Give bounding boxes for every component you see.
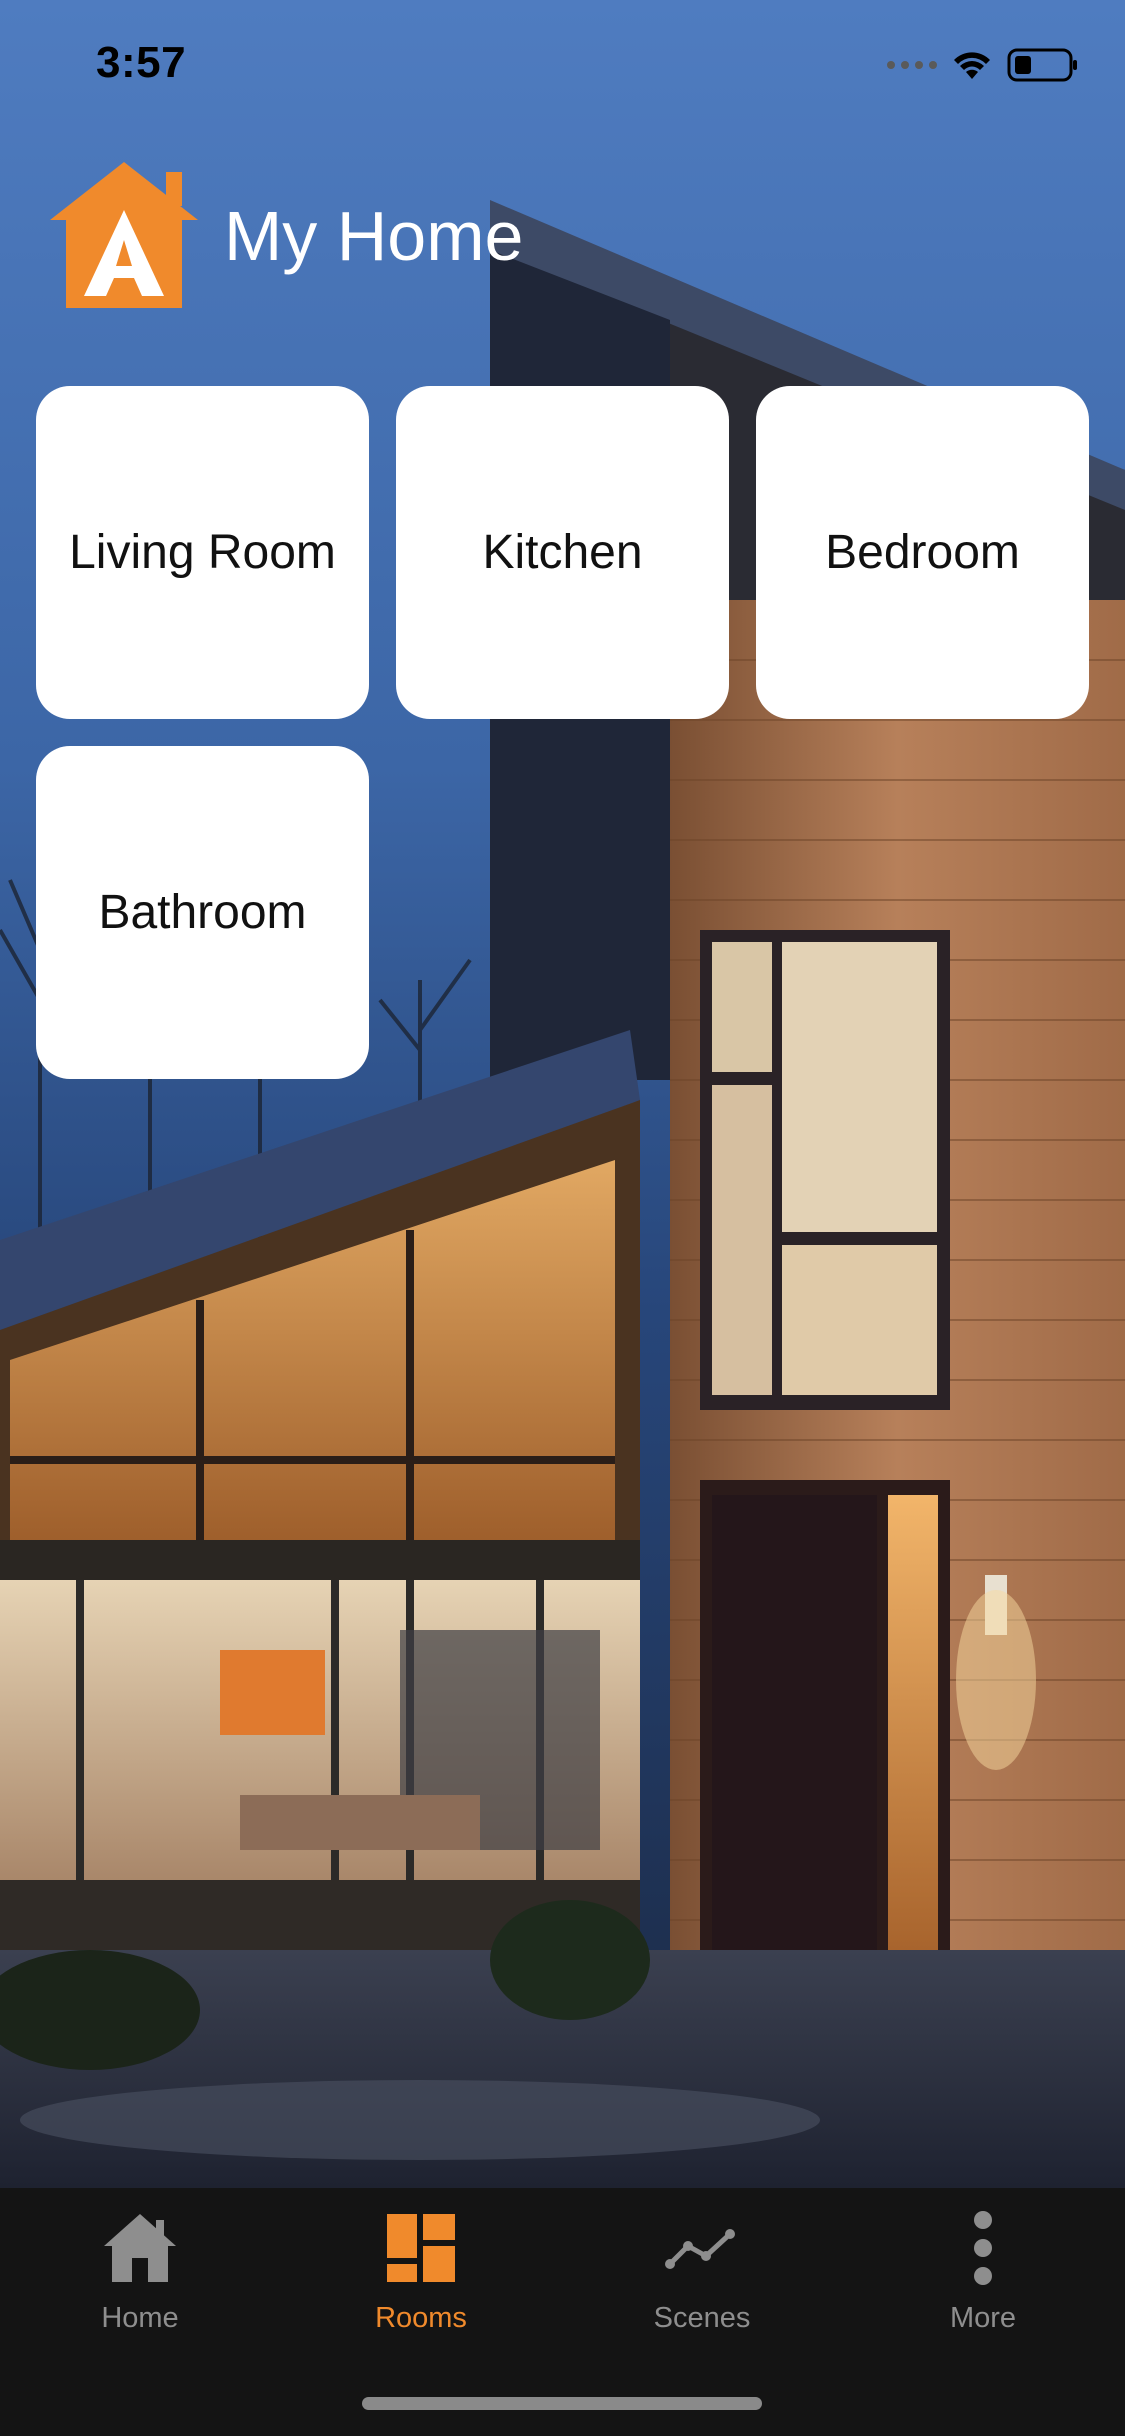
- background-house-image: [0, 0, 1125, 2188]
- app-header: My Home: [46, 158, 523, 314]
- wifi-icon: [954, 52, 990, 79]
- tab-rooms[interactable]: Rooms: [321, 2208, 521, 2348]
- room-tile-bedroom[interactable]: Bedroom: [756, 386, 1089, 719]
- signal-dots-icon: [887, 61, 937, 69]
- status-icons: [885, 48, 1079, 82]
- room-tile-kitchen[interactable]: Kitchen: [396, 386, 729, 719]
- room-tile-bathroom[interactable]: Bathroom: [36, 746, 369, 1079]
- scenes-graph-icon: [665, 2229, 735, 2269]
- more-dots-icon: [974, 2211, 992, 2285]
- status-time: 3:57: [96, 38, 187, 87]
- home-logo-icon: [50, 162, 198, 308]
- tab-label: More: [949, 2302, 1017, 2334]
- tab-scenes[interactable]: Scenes: [602, 2208, 802, 2348]
- room-tile-label: Bedroom: [825, 526, 1020, 579]
- tab-label: Rooms: [375, 2302, 467, 2334]
- room-tile-label: Bathroom: [98, 886, 307, 939]
- tab-label: Scenes: [653, 2302, 751, 2334]
- tab-label: Home: [101, 2302, 179, 2334]
- room-tile-label: Kitchen: [482, 526, 643, 579]
- page-title: My Home: [224, 197, 524, 275]
- app-screen: 3:57 My Home Living Room Kitchen Bedroom…: [0, 0, 1125, 2436]
- room-tile-living-room[interactable]: Living Room: [36, 386, 369, 719]
- tab-more[interactable]: More: [883, 2208, 1083, 2348]
- house-icon: [104, 2214, 176, 2282]
- rooms-grid-icon: [387, 2214, 455, 2282]
- battery-icon: [1007, 48, 1077, 82]
- home-indicator[interactable]: [362, 2397, 762, 2410]
- tab-home[interactable]: Home: [40, 2208, 240, 2348]
- room-tile-label: Living Room: [69, 526, 336, 579]
